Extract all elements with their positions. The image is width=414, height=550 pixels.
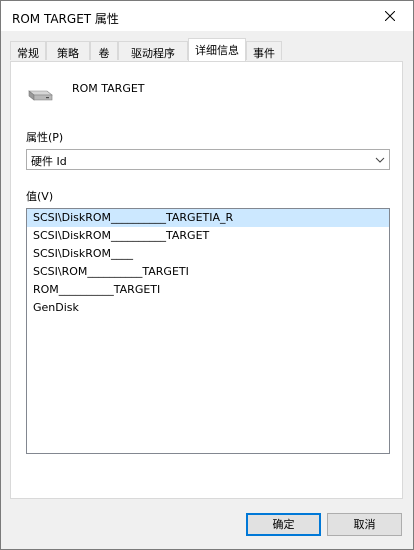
value-label: 值(V) xyxy=(26,190,54,203)
list-item[interactable]: SCSI\DiskROM____ xyxy=(27,245,389,263)
list-item[interactable]: GenDisk xyxy=(27,299,389,317)
list-item[interactable]: ROM__________TARGETI xyxy=(27,281,389,299)
list-item[interactable]: SCSI\ROM__________TARGETI xyxy=(27,263,389,281)
drive-icon xyxy=(28,90,53,101)
tab-driver[interactable]: 驱动程序 xyxy=(118,41,188,60)
tab-general[interactable]: 常规 xyxy=(10,41,46,60)
list-item[interactable]: SCSI\DiskROM__________TARGET xyxy=(27,227,389,245)
property-dropdown[interactable]: 硬件 Id xyxy=(26,149,390,170)
device-name: ROM TARGET xyxy=(72,82,145,95)
tab-details[interactable]: 详细信息 xyxy=(188,38,246,61)
tab-policy[interactable]: 策略 xyxy=(46,41,90,60)
property-label: 属性(P) xyxy=(26,131,64,144)
chevron-down-icon xyxy=(375,157,385,163)
list-item[interactable]: SCSI\DiskROM__________TARGETIA_R xyxy=(27,209,389,227)
properties-dialog: ROM TARGET 属性 常规 策略 卷 驱动程序 详细信息 事件 ROM T… xyxy=(0,0,414,550)
cancel-button[interactable]: 取消 xyxy=(327,513,402,536)
value-list[interactable]: SCSI\DiskROM__________TARGETIA_R SCSI\Di… xyxy=(26,208,390,454)
tab-volume[interactable]: 卷 xyxy=(90,41,118,60)
ok-button[interactable]: 确定 xyxy=(246,513,321,536)
close-icon xyxy=(385,11,395,21)
property-selected-value: 硬件 Id xyxy=(31,155,67,168)
tab-events[interactable]: 事件 xyxy=(246,41,282,60)
title-bar: ROM TARGET 属性 xyxy=(1,1,413,31)
window-title: ROM TARGET 属性 xyxy=(12,12,119,26)
details-panel: ROM TARGET 属性(P) 硬件 Id 值(V) SCSI\DiskROM… xyxy=(10,61,403,499)
close-button[interactable] xyxy=(367,1,413,31)
tab-strip: 常规 策略 卷 驱动程序 详细信息 事件 xyxy=(10,38,405,61)
